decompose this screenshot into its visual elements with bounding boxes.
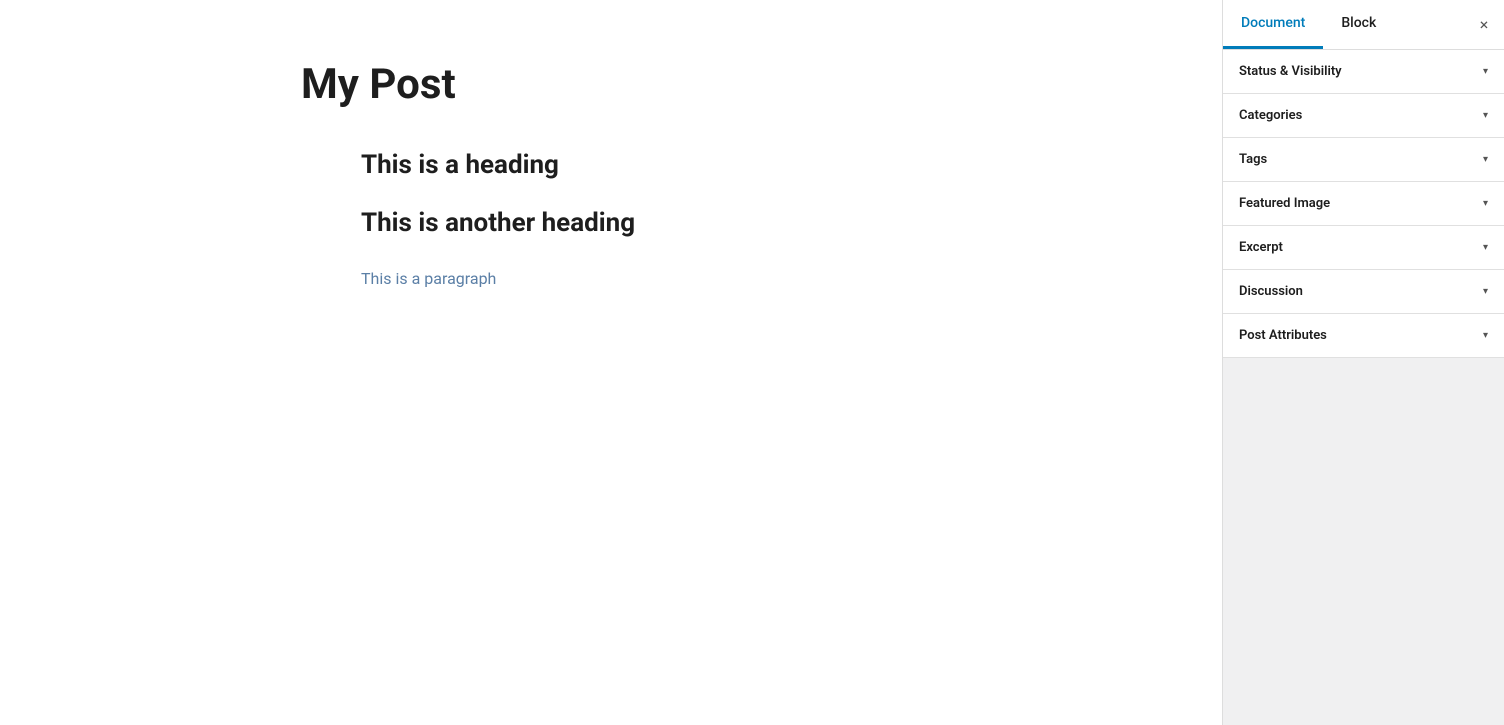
sidebar-header: Document Block ×: [1223, 0, 1504, 50]
panel-label-excerpt: Excerpt: [1239, 240, 1283, 255]
content-blocks: This is a heading This is another headin…: [361, 150, 921, 292]
panel-featured-image[interactable]: Featured Image ▾: [1223, 182, 1504, 226]
chevron-featured-image-icon: ▾: [1483, 198, 1488, 209]
tab-document[interactable]: Document: [1223, 0, 1323, 49]
panel-post-attributes[interactable]: Post Attributes ▾: [1223, 314, 1504, 358]
panel-excerpt[interactable]: Excerpt ▾: [1223, 226, 1504, 270]
panel-discussion[interactable]: Discussion ▾: [1223, 270, 1504, 314]
panel-label-tags: Tags: [1239, 152, 1267, 167]
chevron-tags-icon: ▾: [1483, 154, 1488, 165]
panel-status-visibility[interactable]: Status & Visibility ▾: [1223, 50, 1504, 94]
sidebar-footer-area: [1223, 388, 1504, 725]
chevron-post-attributes-icon: ▾: [1483, 330, 1488, 341]
tab-block[interactable]: Block: [1323, 0, 1394, 49]
panel-label-categories: Categories: [1239, 108, 1302, 123]
chevron-discussion-icon: ▾: [1483, 286, 1488, 297]
heading-block-1[interactable]: This is a heading: [361, 150, 921, 180]
editor-area: My Post This is a heading This is anothe…: [0, 0, 1222, 725]
panel-categories[interactable]: Categories ▾: [1223, 94, 1504, 138]
panel-label-post-attributes: Post Attributes: [1239, 328, 1327, 343]
chevron-status-icon: ▾: [1483, 66, 1488, 77]
close-sidebar-button[interactable]: ×: [1464, 5, 1504, 45]
paragraph-block[interactable]: This is a paragraph: [361, 266, 921, 292]
panel-label-featured-image: Featured Image: [1239, 196, 1330, 211]
sidebar-tabs: Document Block: [1223, 0, 1464, 49]
chevron-categories-icon: ▾: [1483, 110, 1488, 121]
sidebar-panels: Status & Visibility ▾ Categories ▾ Tags …: [1223, 50, 1504, 388]
post-title[interactable]: My Post: [301, 60, 921, 110]
editor-content: My Post This is a heading This is anothe…: [261, 60, 961, 292]
panel-tags[interactable]: Tags ▾: [1223, 138, 1504, 182]
chevron-excerpt-icon: ▾: [1483, 242, 1488, 253]
panel-label-discussion: Discussion: [1239, 284, 1303, 299]
heading-block-2[interactable]: This is another heading: [361, 208, 921, 238]
sidebar: Document Block × Status & Visibility ▾ C…: [1222, 0, 1504, 725]
panel-label-status: Status & Visibility: [1239, 64, 1342, 79]
